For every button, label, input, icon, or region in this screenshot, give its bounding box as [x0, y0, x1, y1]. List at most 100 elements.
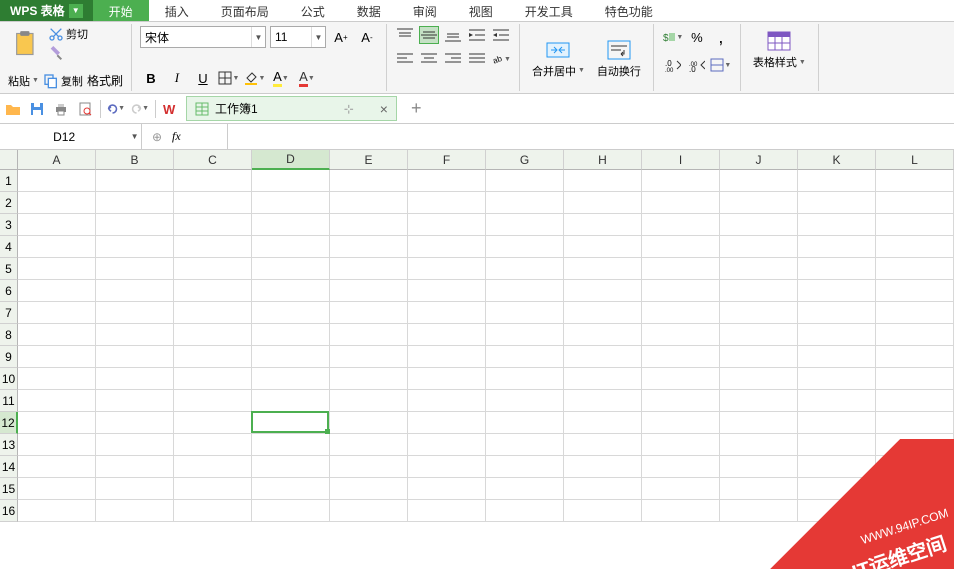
cell[interactable] [174, 302, 252, 324]
menu-tab-layout[interactable]: 页面布局 [205, 0, 285, 21]
cell[interactable] [798, 214, 876, 236]
cell[interactable] [408, 346, 486, 368]
cell[interactable] [642, 192, 720, 214]
cell[interactable] [720, 280, 798, 302]
cell[interactable] [408, 368, 486, 390]
cell[interactable] [720, 346, 798, 368]
cell[interactable] [18, 258, 96, 280]
cell[interactable] [720, 236, 798, 258]
cell[interactable] [720, 478, 798, 500]
cell[interactable] [330, 280, 408, 302]
cell[interactable] [174, 258, 252, 280]
row-header-1[interactable]: 1 [0, 170, 18, 192]
cell[interactable] [330, 236, 408, 258]
cell[interactable] [252, 280, 330, 302]
cell[interactable] [330, 456, 408, 478]
cell[interactable] [408, 456, 486, 478]
function-wizard-button[interactable]: ⊕ [148, 128, 166, 146]
cell[interactable] [486, 236, 564, 258]
cell[interactable] [564, 500, 642, 522]
cell[interactable] [564, 390, 642, 412]
document-tab[interactable]: 工作簿1 ⊹ × [186, 96, 397, 121]
cut-button[interactable]: 剪切 [48, 26, 88, 42]
cell[interactable] [18, 412, 96, 434]
row-header-10[interactable]: 10 [0, 368, 18, 390]
cell[interactable] [486, 258, 564, 280]
row-header-5[interactable]: 5 [0, 258, 18, 280]
col-header-E[interactable]: E [330, 150, 408, 170]
name-box[interactable]: ▼ [0, 124, 142, 149]
cell[interactable] [876, 280, 954, 302]
menu-tab-insert[interactable]: 插入 [149, 0, 205, 21]
tab-pin-icon[interactable]: ⊹ [344, 102, 354, 116]
print-button[interactable] [52, 100, 70, 118]
merge-center-button[interactable]: 合并居中▼ [528, 35, 589, 81]
cell[interactable] [96, 236, 174, 258]
font-size-input[interactable] [271, 30, 311, 44]
format-painter-label[interactable]: 格式刷 [87, 72, 123, 89]
cell[interactable] [720, 390, 798, 412]
cell[interactable] [486, 280, 564, 302]
cell[interactable] [18, 456, 96, 478]
cell[interactable] [486, 192, 564, 214]
cell[interactable] [720, 324, 798, 346]
cell[interactable] [642, 500, 720, 522]
cell[interactable] [798, 324, 876, 346]
cell[interactable] [564, 192, 642, 214]
format-painter-button[interactable] [48, 46, 88, 62]
row-header-4[interactable]: 4 [0, 236, 18, 258]
cell[interactable] [798, 500, 876, 522]
menu-tab-review[interactable]: 审阅 [397, 0, 453, 21]
cell[interactable] [642, 434, 720, 456]
cell[interactable] [174, 280, 252, 302]
cell[interactable] [876, 412, 954, 434]
cell[interactable] [798, 346, 876, 368]
cell[interactable] [96, 368, 174, 390]
cell[interactable] [486, 456, 564, 478]
cell[interactable] [96, 456, 174, 478]
menu-tab-special[interactable]: 特色功能 [589, 0, 669, 21]
col-header-L[interactable]: L [876, 150, 954, 170]
cell[interactable] [252, 236, 330, 258]
cell[interactable] [876, 500, 954, 522]
cell[interactable] [486, 390, 564, 412]
cell[interactable] [330, 368, 408, 390]
menu-tab-dev[interactable]: 开发工具 [509, 0, 589, 21]
cell[interactable] [564, 170, 642, 192]
currency-button[interactable]: $▼ [662, 26, 684, 48]
cell[interactable] [252, 324, 330, 346]
row-header-3[interactable]: 3 [0, 214, 18, 236]
cell[interactable] [96, 170, 174, 192]
col-header-C[interactable]: C [174, 150, 252, 170]
undo-button[interactable]: ▼ [107, 100, 125, 118]
cell[interactable] [798, 258, 876, 280]
cell[interactable] [174, 346, 252, 368]
cell[interactable] [174, 170, 252, 192]
cell[interactable] [486, 500, 564, 522]
cell[interactable] [330, 412, 408, 434]
cell[interactable] [720, 214, 798, 236]
row-header-14[interactable]: 14 [0, 456, 18, 478]
cell[interactable] [18, 346, 96, 368]
cell[interactable] [798, 456, 876, 478]
cell[interactable] [642, 214, 720, 236]
align-justify-button[interactable] [467, 50, 487, 68]
row-header-15[interactable]: 15 [0, 478, 18, 500]
underline-button[interactable]: U [192, 67, 214, 89]
cell[interactable] [18, 192, 96, 214]
col-header-I[interactable]: I [642, 150, 720, 170]
cell[interactable] [798, 192, 876, 214]
row-header-9[interactable]: 9 [0, 346, 18, 368]
paste-label[interactable]: 粘贴▼ [8, 73, 39, 89]
cell[interactable] [876, 170, 954, 192]
menu-tab-view[interactable]: 视图 [453, 0, 509, 21]
cell[interactable] [564, 434, 642, 456]
row-header-6[interactable]: 6 [0, 280, 18, 302]
align-top-button[interactable] [395, 26, 415, 44]
cell[interactable] [252, 456, 330, 478]
cell[interactable] [252, 214, 330, 236]
cell[interactable] [876, 236, 954, 258]
align-center-button[interactable] [419, 50, 439, 68]
cell[interactable] [720, 368, 798, 390]
cell[interactable] [642, 258, 720, 280]
